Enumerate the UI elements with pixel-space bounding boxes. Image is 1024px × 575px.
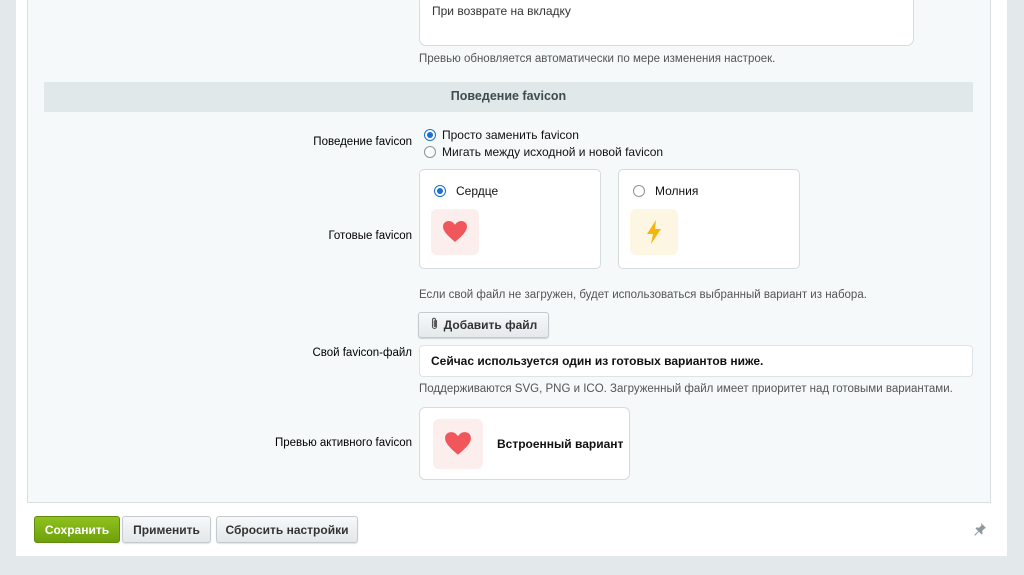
custom-file-status: Сейчас используется один из готовых вари… — [419, 345, 973, 377]
favicon-option-lightning-label: Молния — [655, 184, 699, 198]
behavior-option-replace-label: Просто заменить favicon — [442, 128, 579, 142]
radio-lightning[interactable] — [633, 185, 645, 197]
behavior-label: Поведение favicon — [313, 136, 412, 148]
preview-note: Превью обновляется автоматически по мере… — [419, 53, 776, 65]
favicon-option-heart-label: Сердце — [456, 184, 499, 198]
radio-heart[interactable] — [434, 185, 446, 197]
behavior-option-blink[interactable]: Мигать между исходной и новой favicon — [424, 145, 663, 159]
heart-icon — [431, 209, 479, 255]
behavior-option-replace[interactable]: Просто заменить favicon — [424, 128, 579, 142]
reset-settings-button[interactable]: Сбросить настройки — [216, 516, 358, 543]
section-title: Поведение favicon — [44, 82, 973, 112]
active-preview-label: Превью активного favicon — [274, 437, 412, 449]
custom-file-label: Свой favicon-файл — [312, 347, 412, 359]
radio-blink[interactable] — [424, 146, 436, 158]
ready-favicons-label: Готовые favicon — [328, 230, 412, 242]
active-favicon-title: Встроенный вариант — [497, 437, 624, 451]
pin-icon[interactable] — [972, 521, 988, 537]
behavior-option-blink-label: Мигать между исходной и новой favicon — [442, 145, 664, 159]
favicon-card-lightning[interactable]: Молния — [618, 169, 800, 269]
lightning-icon — [630, 209, 678, 255]
active-favicon-card: Встроенный вариант — [419, 407, 630, 480]
add-file-button-label: Добавить файл — [443, 318, 538, 332]
preview-value: При возврате на вкладку — [432, 4, 571, 18]
heart-icon — [433, 419, 483, 469]
add-file-button[interactable]: Добавить файл — [418, 312, 549, 338]
radio-replace[interactable] — [424, 129, 436, 141]
ready-favicons-note: Если свой файл не загружен, будет исполь… — [419, 289, 867, 301]
favicon-option-heart[interactable]: Сердце — [434, 184, 498, 198]
favicon-card-heart[interactable]: Сердце — [419, 169, 601, 269]
favicon-option-lightning[interactable]: Молния — [633, 184, 698, 198]
custom-file-note: Поддерживаются SVG, PNG и ICO. Загруженн… — [419, 383, 953, 395]
save-button[interactable]: Сохранить — [34, 516, 120, 543]
apply-button[interactable]: Применить — [122, 516, 211, 543]
paperclip-icon — [430, 317, 439, 333]
